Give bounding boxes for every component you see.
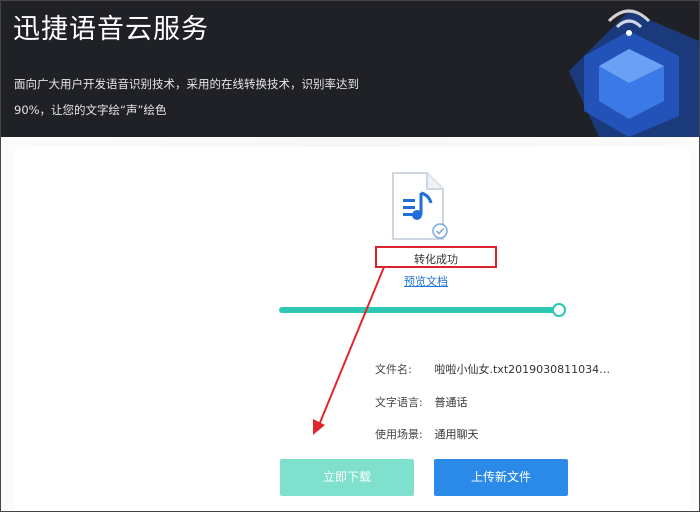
main-content: 转化成功 预览文档 文件名: 啦啦小仙女.txt2019030811034… 文… — [1, 137, 699, 511]
conversion-status: 转化成功 — [414, 253, 458, 266]
preview-document-link[interactable]: 预览文档 — [404, 273, 448, 289]
conversion-status-highlight: 转化成功 — [375, 246, 497, 268]
result-card — [15, 147, 689, 511]
language-label: 文字语言: — [375, 396, 423, 409]
filename-row: 文件名: 啦啦小仙女.txt2019030811034… — [375, 361, 610, 377]
page-frame: 迅捷语音云服务 面向广大用户开发语音识别技术，采用的在线转换技术，识别率达到90… — [0, 0, 700, 512]
language-row: 文字语言: 普通话 — [375, 394, 468, 410]
progress-knob — [552, 303, 566, 317]
scene-value: 通用聊天 — [434, 428, 479, 441]
scene-row: 使用场景: 通用聊天 — [375, 426, 479, 442]
filename-label: 文件名: — [375, 363, 412, 376]
banner-description: 面向广大用户开发语音识别技术，采用的在线转换技术，识别率达到90%，让您的文字绘… — [14, 77, 359, 117]
cube-graphic-icon — [569, 9, 699, 137]
language-value: 普通话 — [434, 396, 468, 409]
scene-label: 使用场景: — [375, 428, 423, 441]
download-button[interactable]: 立即下载 — [280, 459, 414, 496]
header-banner: 迅捷语音云服务 面向广大用户开发语音识别技术，采用的在线转换技术，识别率达到90… — [1, 1, 699, 137]
banner-title: 迅捷语音云服务 — [13, 14, 209, 45]
filename-value: 啦啦小仙女.txt2019030811034… — [434, 363, 611, 376]
audio-file-icon — [392, 172, 448, 240]
progress-bar — [279, 307, 561, 313]
upload-new-file-button[interactable]: 上传新文件 — [434, 459, 568, 496]
